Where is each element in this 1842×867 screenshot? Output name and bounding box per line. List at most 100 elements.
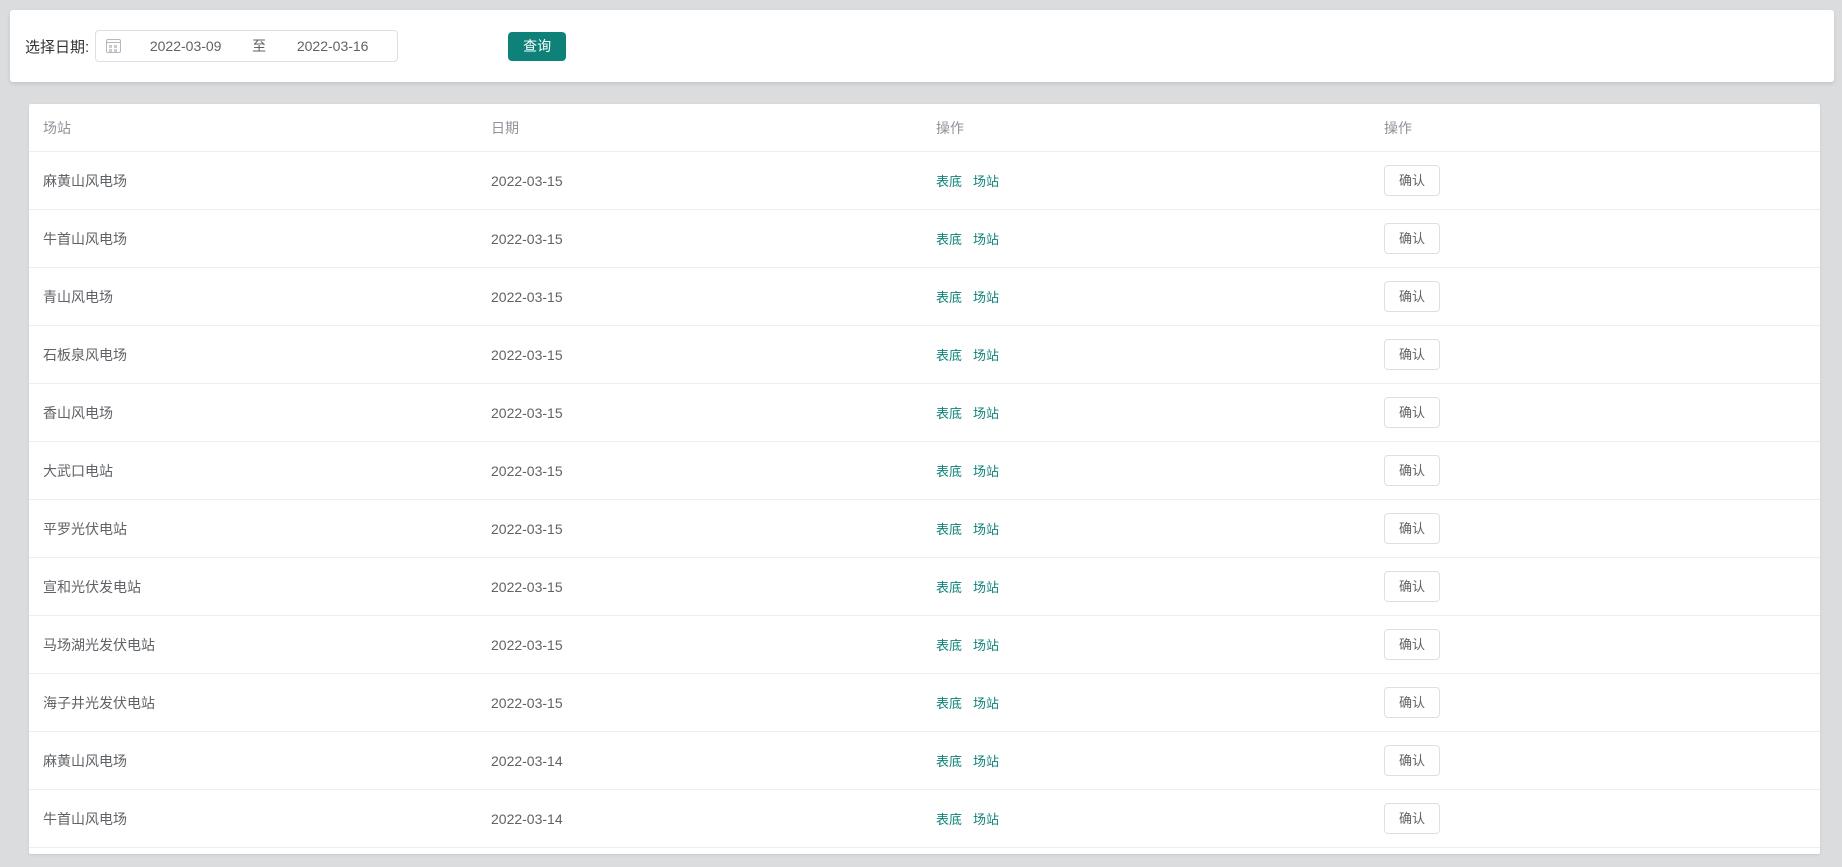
- confirm-button[interactable]: 确认: [1384, 165, 1440, 196]
- station-cell: 海子井光发伏电站: [29, 693, 477, 713]
- date-cell: 2022-03-15: [477, 405, 922, 421]
- confirm-button[interactable]: 确认: [1384, 803, 1440, 834]
- station-link[interactable]: 场站: [973, 812, 999, 827]
- calendar-icon: [106, 39, 121, 53]
- date-cell: 2022-03-14: [477, 811, 922, 827]
- date-cell: 2022-03-15: [477, 637, 922, 653]
- station-cell: 平罗光伏电站: [29, 519, 477, 539]
- station-cell: 马场湖光发伏电站: [29, 635, 477, 655]
- operation-links-cell: 表底场站: [922, 229, 1370, 249]
- table-row: 平罗光伏电站2022-03-15表底场站确认: [29, 500, 1820, 558]
- confirm-button[interactable]: 确认: [1384, 339, 1440, 370]
- date-range-picker[interactable]: 2022-03-09 至 2022-03-16: [95, 30, 398, 62]
- table-row: 大武口电站2022-03-15表底场站确认: [29, 442, 1820, 500]
- confirm-button[interactable]: 确认: [1384, 629, 1440, 660]
- filter-bar: 选择日期: 2022-03-09 至 2022-03-16 查询: [10, 10, 1834, 82]
- table-bottom-link[interactable]: 表底: [936, 290, 962, 305]
- station-link[interactable]: 场站: [973, 580, 999, 595]
- operation-confirm-cell: 确认: [1370, 745, 1820, 776]
- column-header-date: 日期: [477, 118, 922, 138]
- table-body: 麻黄山风电场2022-03-15表底场站确认牛首山风电场2022-03-15表底…: [29, 152, 1820, 854]
- date-filter-label: 选择日期:: [25, 36, 89, 57]
- table-bottom-link[interactable]: 表底: [936, 522, 962, 537]
- operation-links-cell: 表底场站: [922, 751, 1370, 771]
- station-link[interactable]: 场站: [973, 522, 999, 537]
- table-row: 牛首山风电场2022-03-14表底场站确认: [29, 790, 1820, 848]
- table-bottom-link[interactable]: 表底: [936, 754, 962, 769]
- date-cell: 2022-03-15: [477, 521, 922, 537]
- operation-confirm-cell: 确认: [1370, 397, 1820, 428]
- station-link[interactable]: 场站: [973, 348, 999, 363]
- table-bottom-link[interactable]: 表底: [936, 464, 962, 479]
- operation-confirm-cell: 确认: [1370, 281, 1820, 312]
- operation-confirm-cell: 确认: [1370, 571, 1820, 602]
- operation-links-cell: 表底场站: [922, 809, 1370, 829]
- table-row: 香山风电场2022-03-15表底场站确认: [29, 384, 1820, 442]
- operation-confirm-cell: 确认: [1370, 165, 1820, 196]
- confirm-button[interactable]: 确认: [1384, 397, 1440, 428]
- table-bottom-link[interactable]: 表底: [936, 638, 962, 653]
- station-link[interactable]: 场站: [973, 638, 999, 653]
- table-row: 牛首山风电场2022-03-15表底场站确认: [29, 210, 1820, 268]
- column-header-operation-links: 操作: [922, 118, 1370, 138]
- table-header-row: 场站 日期 操作 操作: [29, 104, 1820, 152]
- table-bottom-link[interactable]: 表底: [936, 348, 962, 363]
- column-header-operation-confirm: 操作: [1370, 118, 1820, 138]
- station-cell: 牛首山风电场: [29, 809, 477, 829]
- station-cell: 香山风电场: [29, 403, 477, 423]
- station-link[interactable]: 场站: [973, 406, 999, 421]
- query-button[interactable]: 查询: [508, 32, 566, 61]
- operation-confirm-cell: 确认: [1370, 629, 1820, 660]
- confirm-button[interactable]: 确认: [1384, 281, 1440, 312]
- date-range-separator: 至: [250, 36, 268, 56]
- table-bottom-link[interactable]: 表底: [936, 174, 962, 189]
- table-bottom-link[interactable]: 表底: [936, 232, 962, 247]
- operation-links-cell: 表底场站: [922, 519, 1370, 539]
- operation-links-cell: 表底场站: [922, 577, 1370, 597]
- confirm-button[interactable]: 确认: [1384, 513, 1440, 544]
- station-link[interactable]: 场站: [973, 696, 999, 711]
- table-bottom-link[interactable]: 表底: [936, 406, 962, 421]
- operation-links-cell: 表底场站: [922, 635, 1370, 655]
- confirm-button[interactable]: 确认: [1384, 745, 1440, 776]
- table-row: 石板泉风电场2022-03-15表底场站确认: [29, 326, 1820, 384]
- station-cell: 石板泉风电场: [29, 345, 477, 365]
- station-cell: 麻黄山风电场: [29, 751, 477, 771]
- operation-confirm-cell: 确认: [1370, 803, 1820, 834]
- station-link[interactable]: 场站: [973, 232, 999, 247]
- table-bottom-link[interactable]: 表底: [936, 812, 962, 827]
- table-bottom-link[interactable]: 表底: [936, 580, 962, 595]
- table-row: 海子井光发伏电站2022-03-15表底场站确认: [29, 674, 1820, 732]
- operation-links-cell: 表底场站: [922, 287, 1370, 307]
- date-end-value[interactable]: 2022-03-16: [268, 38, 397, 54]
- station-link[interactable]: 场站: [973, 174, 999, 189]
- operation-confirm-cell: 确认: [1370, 223, 1820, 254]
- table-row: 确认: [29, 848, 1820, 854]
- table-row: 宣和光伏发电站2022-03-15表底场站确认: [29, 558, 1820, 616]
- operation-links-cell: 表底场站: [922, 403, 1370, 423]
- table-row: 马场湖光发伏电站2022-03-15表底场站确认: [29, 616, 1820, 674]
- confirm-button[interactable]: 确认: [1384, 571, 1440, 602]
- station-cell: 青山风电场: [29, 287, 477, 307]
- station-link[interactable]: 场站: [973, 464, 999, 479]
- table-row: 青山风电场2022-03-15表底场站确认: [29, 268, 1820, 326]
- date-cell: 2022-03-15: [477, 579, 922, 595]
- table-row: 麻黄山风电场2022-03-15 表底场站 确认: [29, 152, 1820, 210]
- date-cell: 2022-03-15: [477, 463, 922, 479]
- confirm-button[interactable]: 确认: [1384, 687, 1440, 718]
- date-cell: 2022-03-15: [477, 289, 922, 305]
- station-link[interactable]: 场站: [973, 290, 999, 305]
- confirm-button[interactable]: 确认: [1384, 223, 1440, 254]
- station-cell: 宣和光伏发电站: [29, 577, 477, 597]
- operation-links-cell: 表底场站: [922, 693, 1370, 713]
- date-start-value[interactable]: 2022-03-09: [121, 38, 250, 54]
- operation-links-cell: 表底场站: [922, 345, 1370, 365]
- operation-confirm-cell: 确认: [1370, 455, 1820, 486]
- station-cell: 麻黄山风电场: [29, 171, 477, 191]
- station-link[interactable]: 场站: [973, 754, 999, 769]
- date-cell: 2022-03-15: [477, 231, 922, 247]
- date-cell: 2022-03-15: [477, 173, 922, 189]
- table-row: 麻黄山风电场2022-03-14表底场站确认: [29, 732, 1820, 790]
- confirm-button[interactable]: 确认: [1384, 455, 1440, 486]
- table-bottom-link[interactable]: 表底: [936, 696, 962, 711]
